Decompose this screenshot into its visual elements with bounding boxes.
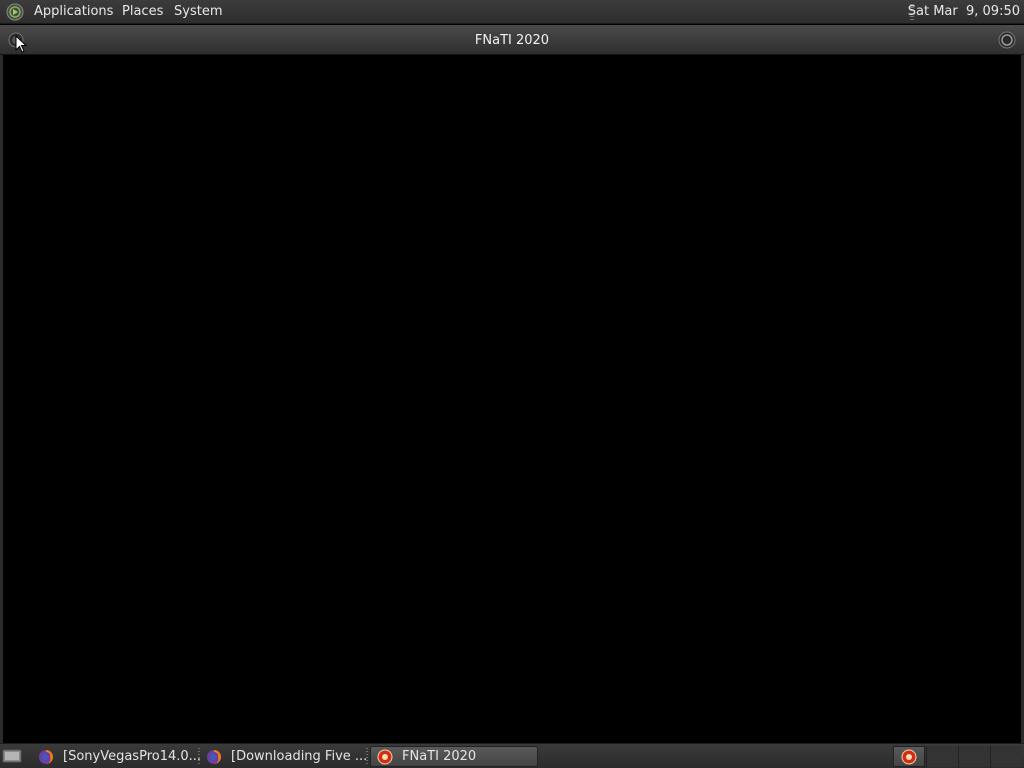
task-label: [SonyVegasPro14.0... <box>63 749 200 764</box>
tray-fnati-indicator[interactable] <box>893 746 925 767</box>
menu-applications[interactable]: Applications <box>34 4 113 20</box>
menu-system[interactable]: System <box>174 4 222 20</box>
menu-places[interactable]: Places <box>122 4 163 20</box>
window-titlebar[interactable]: FNaTI 2020 <box>0 25 1024 55</box>
task-label: [Downloading Five ... <box>231 749 368 764</box>
window-title: FNaTI 2020 <box>474 33 550 48</box>
taskbar-item-downloading[interactable]: [Downloading Five ... <box>200 746 368 767</box>
game-canvas[interactable] <box>3 55 1021 740</box>
taskbar-item-sonyvegas[interactable]: [SonyVegasPro14.0... <box>32 746 200 767</box>
workspace-2[interactable] <box>958 746 990 767</box>
top-panel: Applications Places System Sat Mar 9, 09… <box>0 0 1024 24</box>
workspace-1[interactable] <box>926 746 958 767</box>
taskbar-item-fnati[interactable]: FNaTI 2020 <box>370 746 538 767</box>
workspace-3[interactable] <box>990 746 1022 767</box>
mouse-pointer-icon <box>15 35 27 53</box>
window-close-icon[interactable] <box>998 31 1016 49</box>
clock[interactable]: Sat Mar 9, 09:50 <box>908 4 1020 20</box>
mate-menu-icon[interactable] <box>6 3 24 21</box>
fnati-game-icon <box>901 749 917 764</box>
show-desktop-icon[interactable] <box>2 748 22 764</box>
task-separator <box>366 748 368 765</box>
bottom-panel: [SonyVegasPro14.0... [Downloading Five .… <box>0 743 1024 768</box>
task-label: FNaTI 2020 <box>402 749 477 764</box>
fnati-game-icon <box>377 749 393 764</box>
firefox-icon <box>39 749 53 764</box>
app-window: FNaTI 2020 <box>0 25 1024 743</box>
firefox-icon <box>207 749 221 764</box>
